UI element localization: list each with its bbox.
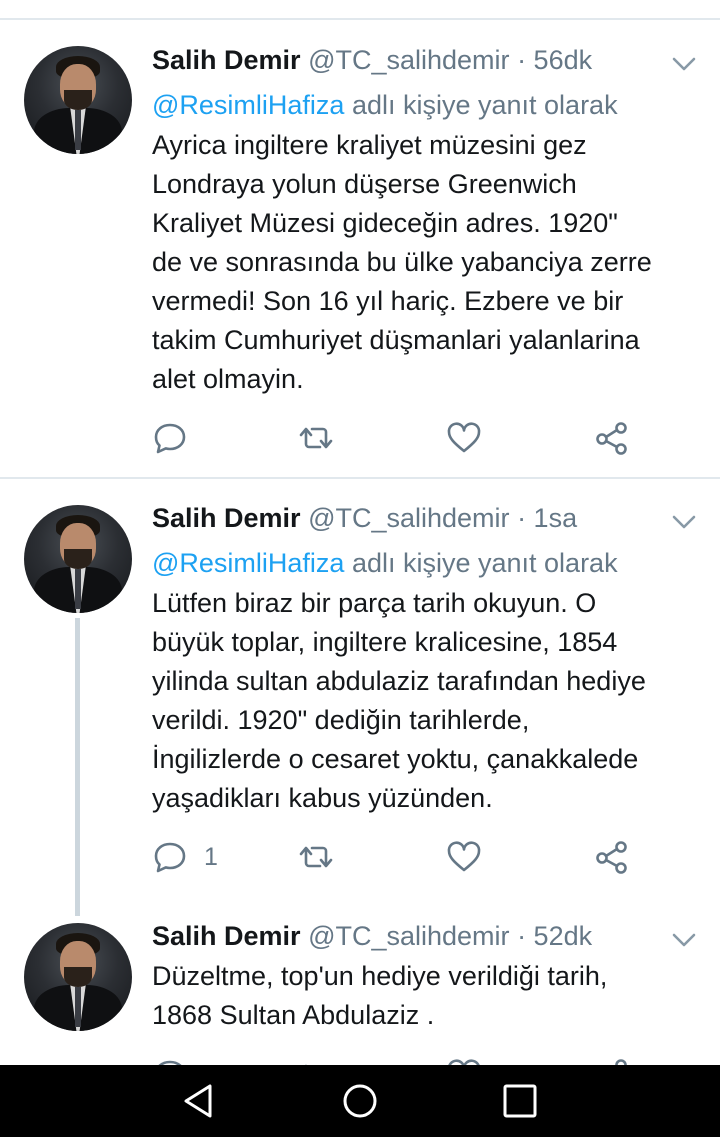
tweet-header: Salih Demir @TC_salihdemir · 1sa (152, 502, 577, 534)
heart-icon (447, 422, 481, 453)
tweet-time: · 1sa (517, 503, 578, 533)
tweet-actions (152, 1055, 632, 1065)
share-button[interactable] (594, 1055, 630, 1065)
tweet-1[interactable]: Salih Demir @TC_salihdemir · 56dk @Resim… (0, 0, 720, 478)
tweet-text: Ayrica ingiltere kraliyet müzesini gez L… (152, 130, 652, 394)
mention-link[interactable]: @ResimliHafiza (152, 90, 344, 120)
tweet-text: Düzeltme, top'un hediye verildiği tarih,… (152, 961, 608, 1030)
share-button[interactable] (594, 837, 630, 877)
system-navigation-bar (0, 1065, 720, 1137)
author-handle[interactable]: @TC_salihdemir (308, 921, 509, 951)
reply-context-label: adlı kişiye yanıt olarak (344, 548, 618, 578)
thread-connector (75, 618, 80, 916)
retweet-icon (299, 427, 333, 449)
author-name[interactable]: Salih Demir (152, 503, 301, 533)
like-button[interactable] (446, 837, 482, 877)
author-handle[interactable]: @TC_salihdemir (308, 45, 509, 75)
tweet-3[interactable]: Salih Demir @TC_salihdemir · 52dk Düzelt… (0, 900, 720, 1065)
reply-context-label: adlı kişiye yanıt olarak (344, 90, 618, 120)
share-button[interactable] (594, 418, 630, 458)
mention-link[interactable]: @ResimliHafiza (152, 548, 344, 578)
reply-context: @ResimliHafiza adlı kişiye yanıt olarak (152, 89, 618, 121)
triangle-back-icon[interactable] (180, 1081, 220, 1121)
tweet-time: · 52dk (517, 921, 593, 951)
retweet-button[interactable] (298, 418, 334, 458)
heart-icon (448, 1059, 480, 1065)
tweet-header: Salih Demir @TC_salihdemir · 52dk (152, 920, 592, 952)
avatar[interactable] (24, 46, 132, 154)
tweet-2[interactable]: Salih Demir @TC_salihdemir · 1sa @Resiml… (0, 480, 720, 900)
tweet-actions: 1 (152, 837, 632, 877)
like-button[interactable] (446, 418, 482, 458)
retweet-button[interactable] (298, 1055, 334, 1065)
tweet-actions (152, 418, 632, 458)
reply-button[interactable] (152, 1055, 188, 1065)
reply-icon (154, 842, 186, 873)
share-icon (615, 1059, 627, 1065)
circle-home-icon[interactable] (340, 1081, 380, 1121)
square-recents-icon[interactable] (500, 1081, 540, 1121)
tweet-divider (0, 477, 720, 479)
like-button[interactable] (446, 1055, 482, 1065)
share-icon (596, 841, 627, 874)
heart-icon (447, 841, 481, 872)
chevron-down-icon[interactable] (672, 57, 696, 71)
reply-context: @ResimliHafiza adlı kişiye yanıt olarak (152, 547, 618, 579)
reply-count: 1 (204, 842, 218, 871)
retweet-button[interactable] (298, 837, 334, 877)
avatar[interactable] (24, 505, 132, 613)
author-handle[interactable]: @TC_salihdemir (308, 503, 509, 533)
tweet-text: Lütfen biraz bir parça tarih okuyun. O b… (152, 588, 646, 813)
chevron-down-icon[interactable] (672, 515, 696, 529)
tweet-header: Salih Demir @TC_salihdemir · 56dk (152, 44, 592, 76)
author-name[interactable]: Salih Demir (152, 921, 301, 951)
reply-button[interactable]: 1 (152, 837, 218, 877)
chevron-down-icon[interactable] (672, 933, 696, 947)
avatar[interactable] (24, 923, 132, 1031)
reply-icon (158, 1060, 182, 1065)
reply-button[interactable] (152, 418, 188, 458)
reply-icon (154, 423, 186, 454)
author-name[interactable]: Salih Demir (152, 45, 301, 75)
share-icon (596, 422, 627, 455)
retweet-icon (299, 846, 333, 868)
retweet-icon (305, 1064, 307, 1065)
tweet-time: · 56dk (517, 45, 593, 75)
